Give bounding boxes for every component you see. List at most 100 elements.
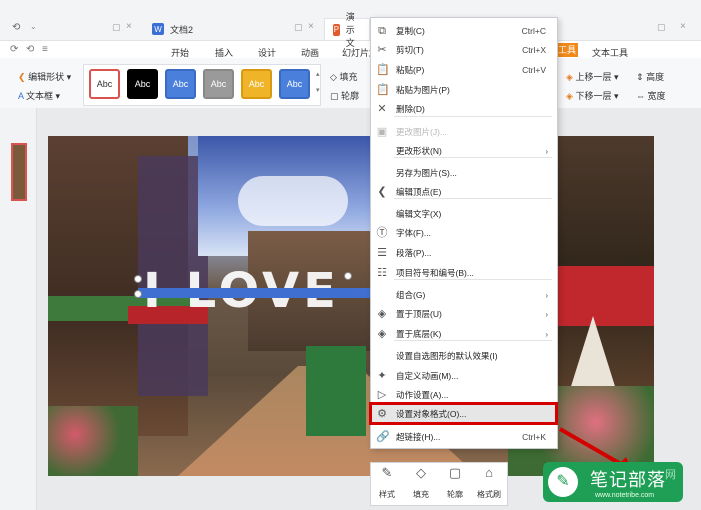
selection-handle[interactable] — [134, 290, 142, 298]
context-menu-item[interactable]: 另存为图片(S)... — [370, 163, 556, 183]
mini-toolbar-button[interactable]: ▢ 轮廓 — [438, 462, 472, 504]
width-field[interactable]: ⇔ 宽度 — [636, 89, 666, 102]
tab-doc2[interactable]: W 文档2 ▢ × — [144, 18, 320, 40]
tab-presentation-label: 演示文 — [345, 12, 355, 48]
mini-toolbar-button[interactable]: ◇ 填充 — [404, 462, 438, 504]
selection-handle[interactable] — [134, 275, 142, 283]
bring-forward-button[interactable]: ◈ 上移一层 ▾ — [566, 70, 618, 83]
context-menu-item-label: 粘贴(P) — [396, 65, 425, 75]
context-menu-item-label: 另存为图片(S)... — [396, 168, 457, 178]
outline-label: 轮廓 — [341, 91, 360, 101]
close-icon[interactable]: × — [126, 21, 132, 32]
shape-style-preset[interactable]: Abc — [89, 69, 120, 99]
context-menu-shortcut: Ctrl+K — [522, 432, 546, 442]
context-menu-item[interactable]: ☷ 项目符号和编号(B)... — [370, 263, 556, 283]
chevron-down-icon: ⌄ — [30, 22, 37, 31]
context-menu-item[interactable]: 📋 粘贴(P) Ctrl+V — [370, 60, 556, 80]
context-menu-item[interactable]: ◈ 置于底层(K) › — [370, 324, 556, 344]
copy-icon: ⧉ — [378, 25, 386, 37]
fill-label: 填充 — [339, 72, 358, 82]
undo-icon[interactable]: ⟲ — [26, 44, 34, 55]
ppt-doc-icon: P — [333, 23, 340, 36]
submenu-arrow-icon: › — [545, 290, 548, 300]
tab-drawing-tools[interactable]: 工具 — [556, 43, 578, 57]
close-icon[interactable]: × — [680, 21, 686, 32]
bring-to-front-icon: ◈ — [377, 308, 387, 320]
font-icon: Ⓣ — [376, 227, 388, 239]
watermark-url: www.notetribe.com — [595, 492, 655, 499]
outline-button[interactable]: ▢ 轮廓 — [330, 89, 359, 102]
selection-handle[interactable] — [344, 272, 352, 280]
context-menu-item[interactable]: ✦ 自定义动画(M)... — [370, 366, 556, 386]
context-menu-item-label: 设置对象格式(O)... — [396, 409, 467, 419]
shape-style-preset[interactable]: Abc — [165, 69, 196, 99]
context-menu-item[interactable]: 组合(G) › — [370, 285, 556, 305]
painting-cloud — [238, 176, 348, 226]
menu-separator — [394, 421, 552, 422]
delete-icon: ✕ — [377, 103, 387, 115]
shape-style-preset[interactable]: Abc — [241, 69, 272, 99]
menu-separator — [394, 198, 552, 199]
watermark-title: 笔记部落 — [590, 470, 666, 491]
context-menu-item[interactable]: ◈ 置于顶层(U) › — [370, 304, 556, 324]
submenu-arrow-icon: › — [545, 329, 548, 339]
mini-toolbar-button[interactable]: ✎ 样式 — [370, 462, 404, 504]
gallery-more-icon[interactable]: ▾ — [316, 86, 320, 94]
context-menu-item[interactable]: 编辑文字(X) — [370, 204, 556, 224]
context-menu-item-label: 设置自选图形的默认效果(I) — [396, 351, 498, 361]
tab-doc2-label: 文档2 — [170, 24, 194, 35]
context-menu-item-label: 组合(G) — [396, 290, 426, 300]
context-menu-item[interactable]: ⧉ 复制(C) Ctrl+C — [370, 21, 556, 41]
context-menu-item[interactable]: ✂ 剪切(T) Ctrl+X — [370, 40, 556, 60]
format-object-icon: ⚙ — [377, 408, 387, 420]
edit-points-icon: ❮ — [377, 186, 387, 198]
context-menu-item-label: 置于底层(K) — [396, 329, 442, 339]
menu-separator — [394, 157, 552, 158]
more-icon[interactable]: ≡ — [42, 44, 48, 55]
send-to-back-icon: ◈ — [377, 328, 387, 340]
context-menu-item-label: 编辑顶点(E) — [396, 187, 442, 197]
mini-toolbar-button[interactable]: ⌂ 格式刷 — [472, 462, 506, 504]
context-menu-item-label: 置于顶层(U) — [396, 309, 442, 319]
send-backward-button[interactable]: ◈ 下移一层 ▾ — [566, 89, 618, 102]
tab-presentation[interactable]: P 演示文 — [324, 12, 370, 48]
context-menu-item[interactable]: 更改形状(N) › — [370, 141, 556, 161]
bring-forward-label: 上移一层 — [575, 72, 612, 82]
height-label: 高度 — [646, 72, 665, 82]
paste-icon: 📋 — [376, 64, 390, 76]
tab-previous[interactable]: ⟲ ⌄ ▢ × — [0, 18, 140, 40]
undo-icon[interactable]: ⟲ — [12, 22, 20, 33]
mini-toolbar-label: 轮廓 — [447, 490, 463, 499]
edit-shape-button[interactable]: ❮ 编辑形状 ▾ — [18, 70, 71, 83]
shape-style-preset[interactable]: Abc — [279, 69, 310, 99]
shape-style-preset[interactable]: Abc — [127, 69, 158, 99]
context-menu-item-label: 超链接(H)... — [396, 432, 441, 442]
hyperlink-icon: 🔗 — [376, 431, 390, 443]
context-menu-item-label: 动作设置(A)... — [396, 390, 449, 400]
slide-thumbnail[interactable] — [11, 143, 27, 201]
text-box-button[interactable]: A 文本框 ▾ — [18, 89, 60, 102]
submenu-arrow-icon: › — [545, 309, 548, 319]
context-menu-item[interactable]: ▷ 动作设置(A)... — [370, 385, 556, 405]
context-menu-item[interactable]: Ⓣ 字体(F)... — [370, 223, 556, 243]
mini-toolbar-label: 样式 — [379, 490, 395, 499]
shape-style-preset[interactable]: Abc — [203, 69, 234, 99]
context-menu-item[interactable]: 设置自选图形的默认效果(I) — [370, 346, 556, 366]
context-menu-item[interactable]: ❮ 编辑顶点(E) — [370, 182, 556, 202]
close-icon[interactable]: × — [308, 21, 314, 32]
context-menu-item[interactable]: 📋 粘贴为图片(P) — [370, 80, 556, 100]
chat-icon[interactable]: ▢ — [112, 22, 121, 33]
context-menu-item[interactable]: 🔗 超链接(H)... Ctrl+K — [370, 427, 556, 447]
change-image-icon: ▣ — [376, 126, 388, 138]
context-menu-item-label: 删除(D) — [396, 104, 425, 114]
edit-shape-icon: ❮ — [18, 72, 26, 82]
chat-icon[interactable]: ▢ — [294, 22, 303, 33]
brush-icon: ✎ — [381, 465, 393, 480]
redo-icon[interactable]: ⟳ — [10, 44, 18, 55]
height-field[interactable]: ⇕ 高度 — [636, 70, 664, 83]
chat-icon[interactable]: ▢ — [657, 22, 666, 33]
custom-animation-icon: ✦ — [377, 370, 387, 382]
fill-button[interactable]: ◇ 填充 — [330, 70, 357, 83]
gallery-scroll-up-icon[interactable]: ▴ — [316, 70, 320, 78]
context-menu-item[interactable]: ☰ 段落(P)... — [370, 243, 556, 263]
